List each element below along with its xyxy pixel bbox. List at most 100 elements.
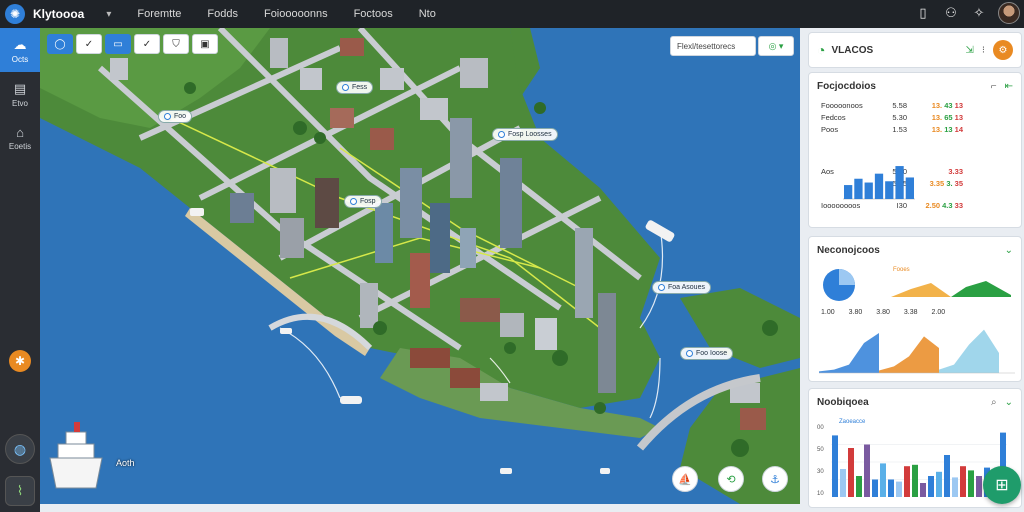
history-tick-label: 30 (817, 469, 824, 475)
chevron-down-icon[interactable]: ⌄ (1005, 397, 1013, 408)
layer-tool-icon[interactable]: ▭ (105, 34, 131, 54)
city-map[interactable]: ◯ ✓ ▭ ✓ ⛉ ▣ Flexl/tesettorecs ◎ ▾ Foo Fo… (40, 28, 800, 504)
menu-icon[interactable]: ⁝ (982, 45, 985, 56)
history-bar (936, 471, 942, 497)
history-filter-label: Zaoeacce (839, 419, 866, 425)
kpi-value-part: 43 (944, 100, 955, 110)
trends-area-chart (819, 329, 1015, 374)
kpi-value-part: 13. (931, 112, 945, 122)
chevron-down-icon[interactable]: ▾ (106, 9, 111, 20)
settings-icon[interactable]: ⚙ (993, 40, 1013, 60)
refresh-icon[interactable]: ◔ (817, 42, 825, 58)
rail-item-3[interactable]: ⌂ Eoetis (0, 116, 40, 160)
chart-icon[interactable]: ⌇ (5, 476, 35, 506)
history-tick-label: 50 (817, 447, 824, 453)
menu-item-2[interactable]: Fodds (207, 8, 238, 20)
kpi-bar (895, 166, 904, 199)
history-bar (856, 476, 862, 497)
kpi-row: Poos 1.53 13. 13 14 (809, 123, 1021, 135)
history-bar (968, 470, 974, 497)
search-icon[interactable]: ⌕ (991, 397, 997, 408)
pin-icon (350, 198, 357, 205)
app-logo-icon[interactable]: ✺ (5, 4, 25, 24)
history-bar (912, 464, 918, 497)
menu-item-1[interactable]: Foremtte (137, 8, 181, 20)
history-bar (904, 466, 910, 497)
menu-item-5[interactable]: Nto (419, 8, 436, 20)
trends-small-label: Fooes (893, 267, 910, 273)
kpi-bar (854, 178, 863, 199)
app-title: Klytoooa (33, 7, 85, 21)
shield-tool-icon[interactable]: ⛉ (163, 34, 189, 54)
kpi-cell: Ioooooooos (821, 200, 861, 210)
kpi-value: 2.50 4.3 33 (907, 201, 963, 210)
trends-title: Neconojcoos (817, 244, 880, 256)
trends-series-area (939, 329, 999, 373)
place-label: Aoth (116, 458, 135, 468)
trend-values-row: 1.00 3.80 3.80 3.38 2.00 (821, 309, 945, 316)
lock-tool-icon[interactable]: ▣ (192, 34, 218, 54)
map-pin[interactable]: Fosp (344, 195, 382, 208)
history-y-axis: 00 50 30 10 (817, 425, 824, 497)
map-canvas (40, 28, 800, 504)
map-pin[interactable]: Foa Asoues (652, 281, 711, 294)
export-icon[interactable]: ⇲ (965, 45, 973, 56)
expand-icon[interactable]: ⇤ (1005, 81, 1013, 92)
menu-item-4[interactable]: Foctoos (354, 8, 393, 20)
pin-label: Fosp (360, 198, 376, 205)
kpi-value-part: 3. (946, 178, 955, 188)
activity-icon[interactable]: ✱ (9, 350, 31, 372)
rail-item-1[interactable]: ☁ Octs (0, 28, 40, 72)
route-icon[interactable]: ⟲ (718, 466, 744, 492)
history-bar (872, 479, 878, 497)
navigate-icon[interactable]: ⛵ (672, 466, 698, 492)
history-tick-label: 10 (817, 491, 824, 497)
trend-mini-area (891, 283, 951, 297)
cloud-icon: ☁ (13, 36, 27, 52)
minimize-icon[interactable]: ⌐ (991, 81, 997, 92)
globe-icon[interactable]: ◍ (5, 434, 35, 464)
kpi-value-part: 13. (931, 124, 945, 134)
people-icon[interactable]: ⚇ (942, 4, 960, 22)
pin-icon (164, 113, 171, 120)
measure-tool-icon[interactable]: ✓ (134, 34, 160, 54)
kpi-cell: Fooooonoos (821, 100, 863, 110)
map-pin[interactable]: Foo (158, 110, 193, 123)
pin-label: Fess (352, 84, 368, 91)
top-icons: ▯ ⚇ ✧ (914, 2, 1020, 24)
right-panel: ◔ VLACOS ⇲ ⁝ ⚙ Focjocdoios ⌐ ⇤ Fooooonoo… (806, 28, 1024, 512)
pin-icon (686, 350, 693, 357)
main-menu: Foremtte Fodds Foiooooonns Foctoos Nto (137, 8, 461, 20)
check-tool-icon[interactable]: ✓ (76, 34, 102, 54)
top-bar: ✺ Klytoooa ▾ Foremtte Fodds Foiooooonns … (0, 0, 1024, 28)
history-bar (848, 448, 854, 497)
map-pin[interactable]: Fess (336, 81, 374, 94)
trend-value: 3.80 (876, 309, 890, 316)
chevron-down-icon[interactable]: ⌄ (1005, 245, 1013, 256)
kpi-title: Focjocdoios (817, 80, 876, 92)
select-tool-icon[interactable]: ◯ (47, 34, 73, 54)
history-title: Noobiqoea (817, 396, 869, 408)
donut-chart (823, 269, 855, 301)
kpi-row: Fooooonoos 5.58 13. 43 13 (809, 99, 1021, 111)
notification-icon[interactable]: ✧ (970, 4, 988, 22)
kpi-cell: 5.30 (892, 112, 907, 122)
kpi-value-part: 4.3 (942, 200, 955, 210)
menu-item-3[interactable]: Foiooooonns (264, 8, 328, 20)
map-pin[interactable]: Fosp Loosses (492, 128, 558, 141)
kpi-value-part: 2.50 (925, 200, 943, 210)
layer-select[interactable]: ◎ ▾ (758, 36, 794, 56)
rail-item-2[interactable]: ▤ Etvo (0, 72, 40, 116)
document-icon[interactable]: ▯ (914, 4, 932, 22)
ship-icon[interactable]: ⚓ (762, 466, 788, 492)
trends-series-area (879, 336, 939, 373)
kpi-value: 13. 65 13 (907, 113, 963, 122)
map-pin[interactable]: Foo Ioose (680, 347, 734, 360)
rail-item-label: Etvo (11, 98, 28, 108)
map-search-input[interactable]: Flexl/tesettorecs (670, 36, 756, 56)
add-chart-button[interactable]: ⊞ (983, 466, 1021, 504)
kpi-bar (874, 173, 884, 199)
avatar[interactable] (998, 2, 1020, 24)
bag-icon: ⌂ (16, 125, 24, 140)
rail-item-label: Eoetis (8, 142, 32, 151)
